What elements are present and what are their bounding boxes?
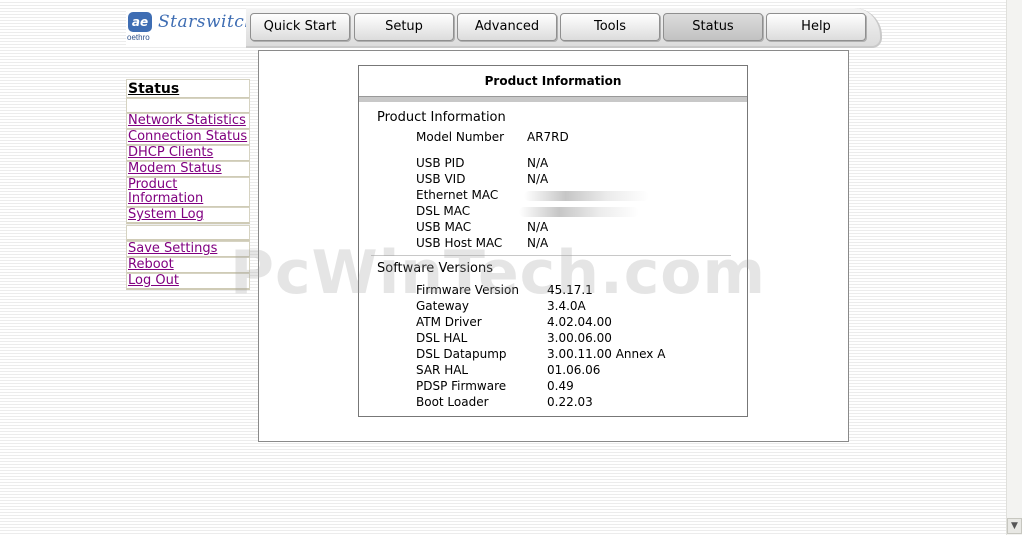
- usb-vid-label: USB VID: [416, 172, 466, 186]
- panel-title: Product Information: [484, 74, 622, 88]
- dsl-hal-value: 3.00.06.00: [547, 331, 612, 345]
- logo-wordmark: Starswitch: [158, 12, 256, 32]
- sar-hal-value: 01.06.06: [547, 363, 601, 377]
- firmware-version-label: Firmware Version: [416, 283, 519, 297]
- pdsp-firmware-value: 0.49: [547, 379, 574, 393]
- tab-advanced[interactable]: Advanced: [457, 13, 557, 41]
- sidebar-item-connection-status[interactable]: Connection Status: [126, 129, 250, 146]
- boot-loader-label: Boot Loader: [416, 395, 489, 409]
- ethernet-mac-redacted: [524, 191, 649, 201]
- ethernet-mac-label: Ethernet MAC: [416, 188, 499, 202]
- usb-pid-label: USB PID: [416, 156, 465, 170]
- software-section-heading: Software Versions: [377, 261, 494, 276]
- usb-vid-value: N/A: [527, 172, 549, 186]
- atm-driver-label: ATM Driver: [416, 315, 482, 329]
- boot-loader-value: 0.22.03: [547, 395, 593, 409]
- tab-status[interactable]: Status: [663, 13, 763, 41]
- brand-logo: ae oethro Starswitch: [126, 10, 255, 46]
- product-section-heading: Product Information: [377, 110, 506, 125]
- tab-quick-start[interactable]: Quick Start: [250, 13, 350, 41]
- dsl-hal-label: DSL HAL: [416, 331, 468, 345]
- sidebar-title: Status: [126, 79, 250, 99]
- sidebar-item-network-statistics[interactable]: Network Statistics: [126, 113, 250, 130]
- dsl-mac-label: DSL MAC: [416, 204, 471, 218]
- sidebar-item-product-information[interactable]: Product Information: [126, 177, 250, 208]
- scroll-down-icon[interactable]: ▼: [1007, 518, 1022, 534]
- tab-tools[interactable]: Tools: [560, 13, 660, 41]
- tab-help[interactable]: Help: [766, 13, 866, 41]
- dsl-mac-redacted: [519, 207, 639, 217]
- sidebar-item-modem-status[interactable]: Modem Status: [126, 161, 250, 178]
- title-divider: [359, 96, 747, 102]
- vertical-scrollbar[interactable]: [1006, 0, 1022, 535]
- usb-mac-label: USB MAC: [416, 220, 472, 234]
- logo-mark: ae: [128, 12, 152, 32]
- sar-hal-label: SAR HAL: [416, 363, 469, 377]
- tab-setup[interactable]: Setup: [354, 13, 454, 41]
- usb-mac-value: N/A: [527, 220, 549, 234]
- product-info-panel: Product Information Product Information …: [358, 65, 748, 417]
- firmware-version-value: 45.17.1: [547, 283, 593, 297]
- gateway-value: 3.4.0A: [547, 299, 586, 313]
- pdsp-firmware-label: PDSP Firmware: [416, 379, 507, 393]
- sidebar-spacer: [126, 98, 250, 114]
- logo-subtext: oethro: [127, 33, 150, 42]
- dsl-datapump-label: DSL Datapump: [416, 347, 507, 361]
- usb-host-mac-label: USB Host MAC: [416, 236, 503, 250]
- sidebar-item-save-settings[interactable]: Save Settings: [126, 241, 250, 258]
- dsl-datapump-value: 3.00.11.00 Annex A: [547, 347, 666, 361]
- usb-pid-value: N/A: [527, 156, 549, 170]
- section-divider: [371, 255, 731, 256]
- sidebar-item-reboot[interactable]: Reboot: [126, 257, 250, 274]
- sidebar-spacer: [126, 225, 250, 241]
- gateway-label: Gateway: [416, 299, 470, 313]
- sidebar-item-system-log[interactable]: System Log: [126, 207, 250, 224]
- atm-driver-value: 4.02.04.00: [547, 315, 612, 329]
- usb-host-mac-value: N/A: [527, 236, 549, 250]
- model-number-label: Model Number: [416, 130, 505, 144]
- sidebar-item-log-out[interactable]: Log Out: [126, 273, 250, 290]
- sidebar-item-dhcp-clients[interactable]: DHCP Clients: [126, 145, 250, 162]
- model-number-value: AR7RD: [527, 130, 569, 144]
